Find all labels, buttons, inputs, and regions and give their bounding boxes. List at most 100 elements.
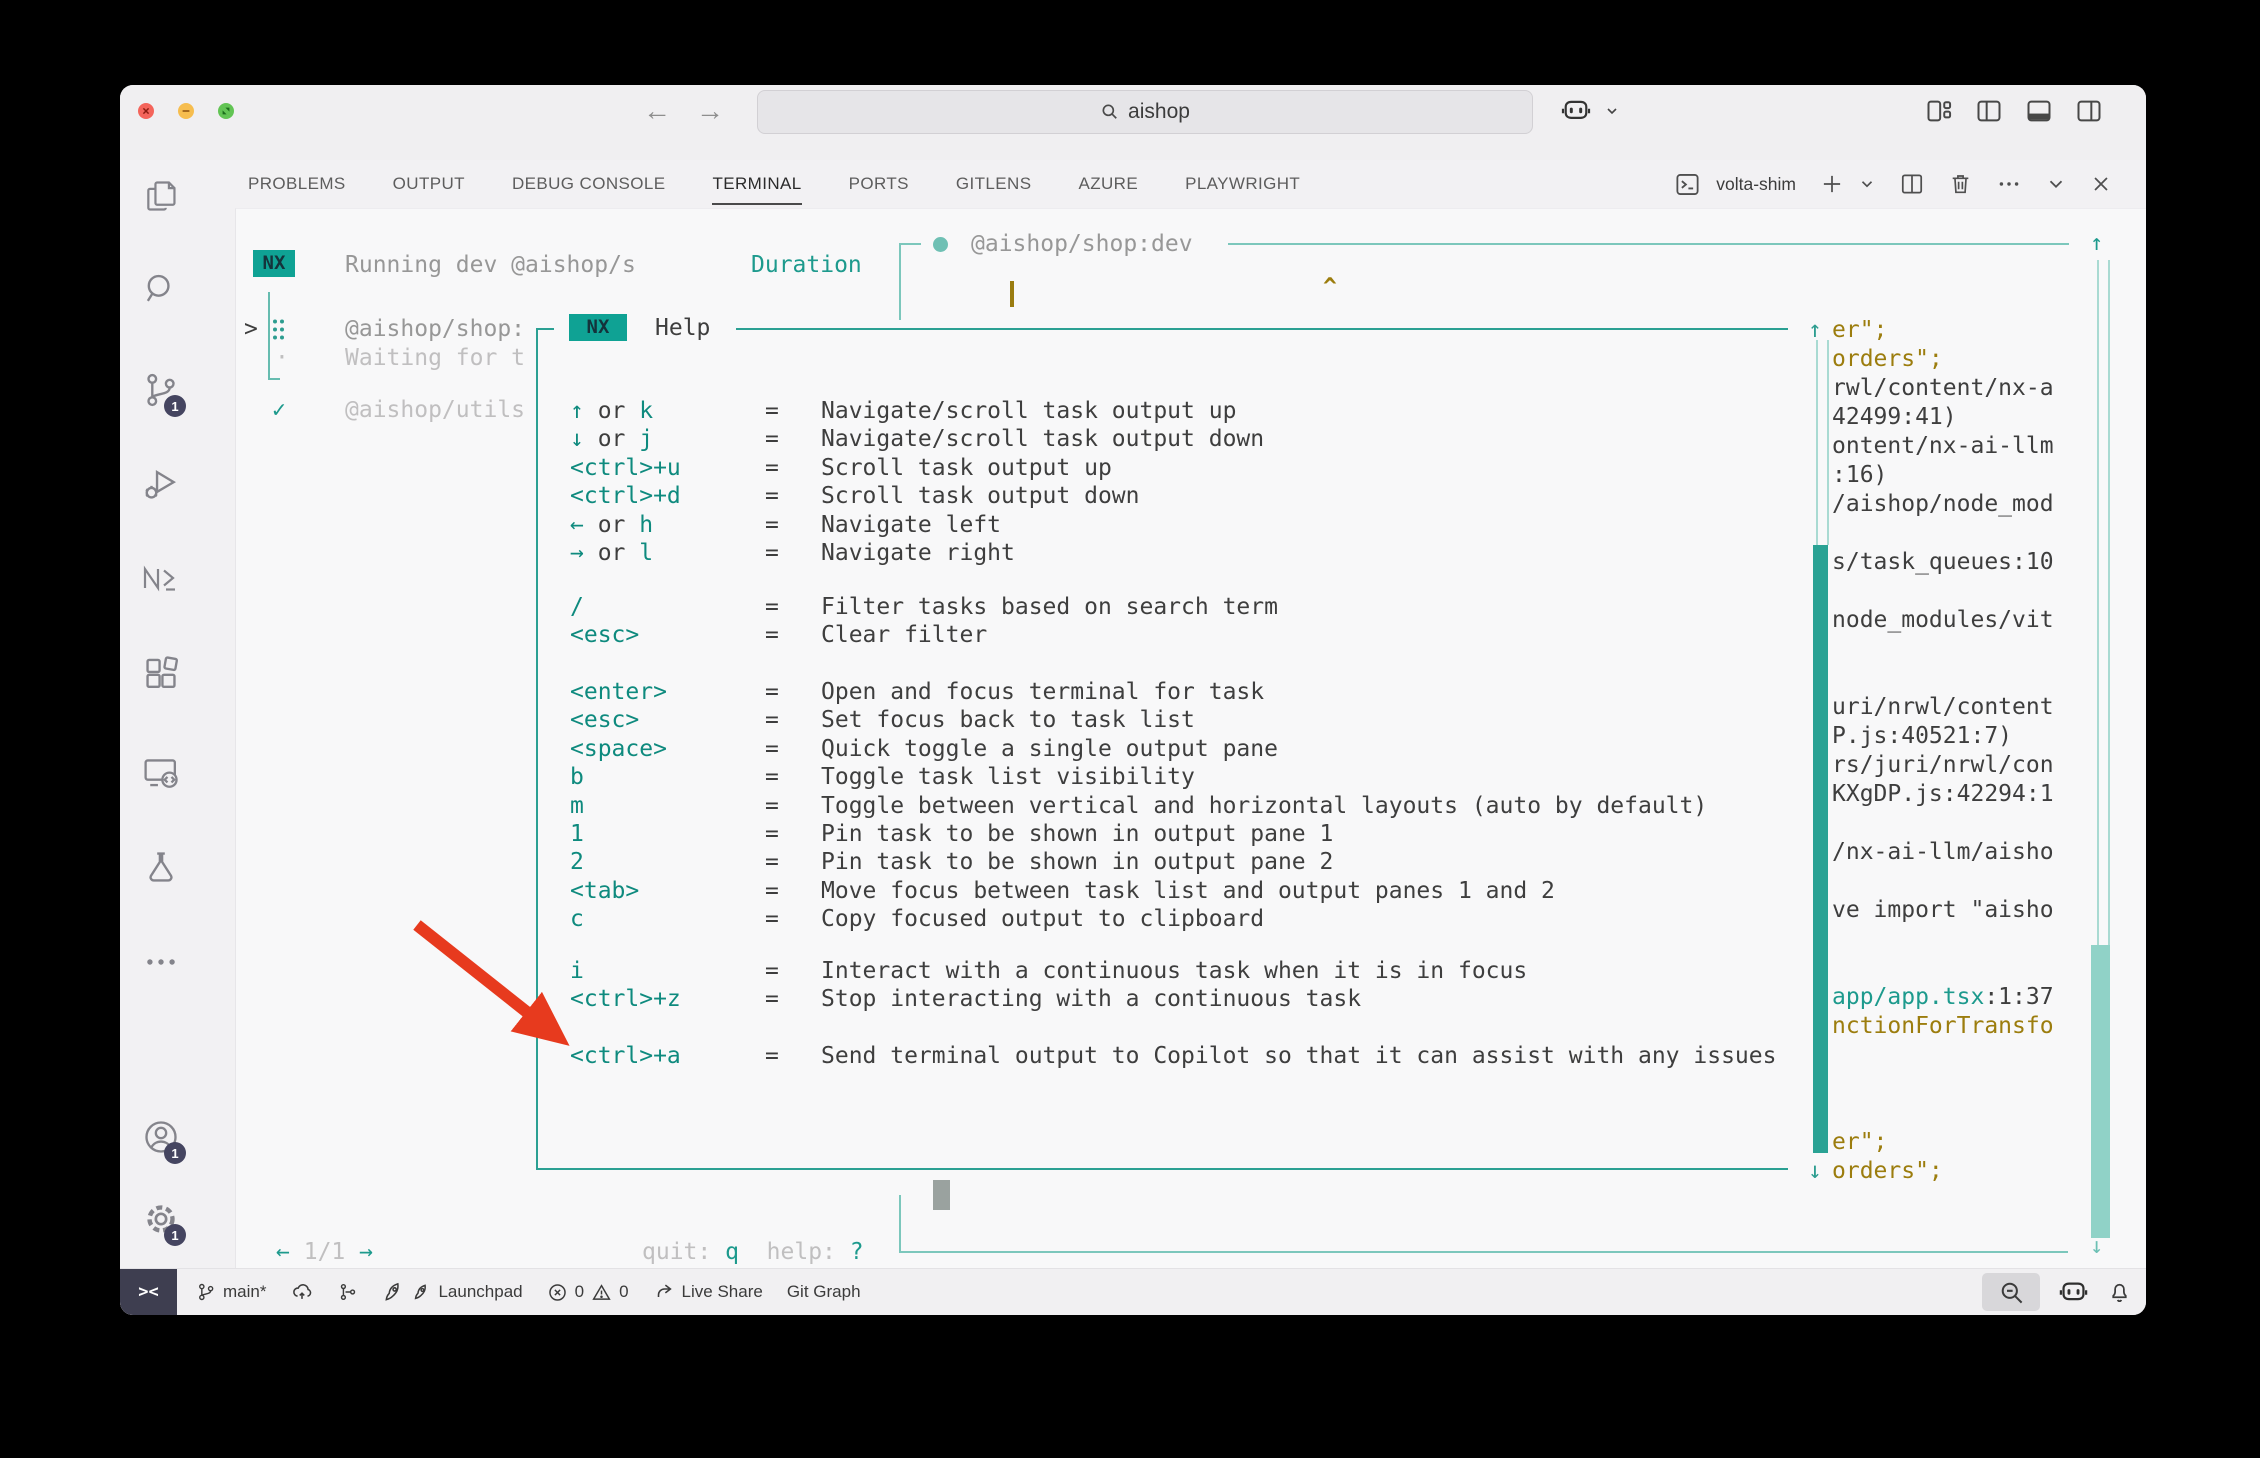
help-row: m=Toggle between vertical and horizontal… xyxy=(570,792,1990,820)
output-line xyxy=(1808,925,2054,954)
pane2-block-cursor xyxy=(933,1180,950,1210)
warning-icon xyxy=(591,1282,612,1303)
output-line: P.js:40521:7) xyxy=(1808,722,2054,751)
help-group: /=Filter tasks based on search term<esc>… xyxy=(570,593,1990,650)
pane2-caret: ^ xyxy=(1323,273,1337,301)
status-left-items: main* Launchpad 00 Live Share Git Graph xyxy=(196,1269,861,1315)
help-border-bottom xyxy=(536,1168,1788,1170)
help-group: <ctrl>+a=Send terminal output to Copilot… xyxy=(570,1042,1990,1070)
status-item-launchpad[interactable]: Launchpad xyxy=(382,1281,522,1304)
pane2-border-bottom-left xyxy=(899,1195,901,1253)
output-line xyxy=(1808,954,2054,983)
output-line: er"; xyxy=(1808,1128,2054,1157)
task-runner-title: Running dev @aishop/s xyxy=(345,251,636,279)
nx-help-badge: NX xyxy=(569,314,627,341)
pane2-border-left xyxy=(899,243,901,320)
help-border-top xyxy=(736,328,1788,330)
help-border-stub xyxy=(536,328,554,330)
status-item-problems[interactable]: 00 xyxy=(547,1282,629,1303)
pane2-output-text: ↑er"; orders"; rwl/content/nx-a 42499:41… xyxy=(1808,316,2054,1186)
pager-prev[interactable]: ← xyxy=(276,1239,290,1265)
output-line xyxy=(1808,519,2054,548)
help-row: ↓ or j=Navigate/scroll task output down xyxy=(570,425,1990,453)
task-running-marker-icon xyxy=(271,318,286,341)
output-line xyxy=(1808,1041,2054,1070)
annotation-arrow xyxy=(387,900,617,1085)
status-label: Launchpad xyxy=(438,1282,522,1302)
nx-logo-badge: NX xyxy=(253,250,295,277)
remote-indicator[interactable]: >< xyxy=(120,1269,177,1315)
terminal-cursor xyxy=(1010,281,1014,307)
output-line: uri/nrwl/content xyxy=(1808,693,2054,722)
pane2-scroll-down-arrow[interactable]: ↓ xyxy=(2090,1233,2103,1261)
pane2-scroll-track[interactable] xyxy=(2097,260,2110,945)
copilot-icon xyxy=(2058,1279,2089,1306)
help-row: <ctrl>+z=Stop interacting with a continu… xyxy=(570,985,1990,1013)
help-group: i=Interact with a continuous task when i… xyxy=(570,957,1990,1014)
output-line: ve import "aisho xyxy=(1808,896,2054,925)
help-row: <esc>=Clear filter xyxy=(570,621,1990,649)
help-row: <ctrl>+u=Scroll task output up xyxy=(570,454,1990,482)
output-line xyxy=(1808,809,2054,838)
status-item-git-branch[interactable]: main* xyxy=(196,1281,266,1303)
output-line xyxy=(1808,577,2054,606)
task-sub-bullet: · xyxy=(275,344,289,372)
status-item-live-share[interactable]: Live Share xyxy=(653,1281,763,1303)
help-row: ↑ or k=Navigate/scroll task output up xyxy=(570,397,1990,425)
pager: ← 1/1 → xyxy=(276,1238,373,1266)
status-bar: >< main* Launchpad 00 Live Share Git Graph xyxy=(120,1268,2146,1315)
task-success-check: ✓ xyxy=(272,396,286,424)
output-line: /aishop/node_mod xyxy=(1808,490,2054,519)
help-row: <ctrl>+d=Scroll task output down xyxy=(570,482,1990,510)
output-line: 42499:41) xyxy=(1808,403,2054,432)
output-line xyxy=(1808,664,2054,693)
git-compare-icon xyxy=(338,1281,358,1303)
status-item-git-compare[interactable] xyxy=(338,1281,358,1303)
output-line: rwl/content/nx-a xyxy=(1808,374,2054,403)
pane2-border-top xyxy=(1228,243,2069,245)
output-line: ↑er"; xyxy=(1808,316,2054,345)
help-row: <tab>=Move focus between task list and o… xyxy=(570,877,1990,905)
footer-hints: quit: q help: ? xyxy=(642,1238,864,1266)
help-row: <space>=Quick toggle a single output pan… xyxy=(570,735,1990,763)
status-label: Git Graph xyxy=(787,1282,861,1302)
pane2-scroll-up-arrow[interactable]: ↑ xyxy=(2090,230,2103,258)
task-item-label[interactable]: @aishop/shop: xyxy=(345,315,525,343)
pane2-border-bottom xyxy=(899,1251,2068,1253)
status-button-bell[interactable] xyxy=(2107,1279,2132,1305)
status-label: Live Share xyxy=(682,1282,763,1302)
status-item-git-graph[interactable]: Git Graph xyxy=(787,1282,861,1302)
output-line: s/task_queues:10 xyxy=(1808,548,2054,577)
pager-next[interactable]: → xyxy=(359,1239,373,1265)
help-row: ← or h=Navigate left xyxy=(570,511,1990,539)
pager-text: 1/1 xyxy=(304,1239,346,1265)
zoom-out-icon xyxy=(1998,1279,2025,1306)
help-row: c=Copy focused output to clipboard xyxy=(570,905,1990,933)
status-button-zoom-out[interactable] xyxy=(1982,1273,2040,1311)
output-line: node_modules/vit xyxy=(1808,606,2054,635)
output-line xyxy=(1808,1070,2054,1099)
bell-icon xyxy=(2107,1279,2132,1305)
live-share-icon xyxy=(653,1281,675,1303)
help-group: <enter>=Open and focus terminal for task… xyxy=(570,678,1990,934)
duration-column-label: Duration xyxy=(751,251,862,279)
rocket-icon xyxy=(382,1281,405,1304)
help-group: ↑ or k=Navigate/scroll task output up↓ o… xyxy=(570,397,1990,567)
task-sub-status: Waiting for t xyxy=(345,344,525,372)
status-item-publish-changes[interactable] xyxy=(290,1281,314,1303)
help-row: <esc>=Set focus back to task list xyxy=(570,706,1990,734)
output-line: /nx-ai-llm/aisho xyxy=(1808,838,2054,867)
help-row: 2=Pin task to be shown in output pane 2 xyxy=(570,848,1990,876)
error-icon xyxy=(547,1282,568,1303)
status-button-copilot[interactable] xyxy=(2058,1279,2089,1306)
help-row: /=Filter tasks based on search term xyxy=(570,593,1990,621)
pane2-border-stub xyxy=(899,243,921,245)
pane2-scroll-thumb[interactable] xyxy=(2091,945,2110,1238)
pane2-title: @aishop/shop:dev xyxy=(971,230,1193,258)
task-item-label[interactable]: @aishop/utils xyxy=(345,396,525,424)
branch-icon xyxy=(196,1281,216,1303)
output-line: nctionForTransfo xyxy=(1808,1012,2054,1041)
output-line xyxy=(1808,867,2054,896)
output-line: orders"; xyxy=(1808,345,2054,374)
status-right-items xyxy=(1982,1269,2132,1315)
